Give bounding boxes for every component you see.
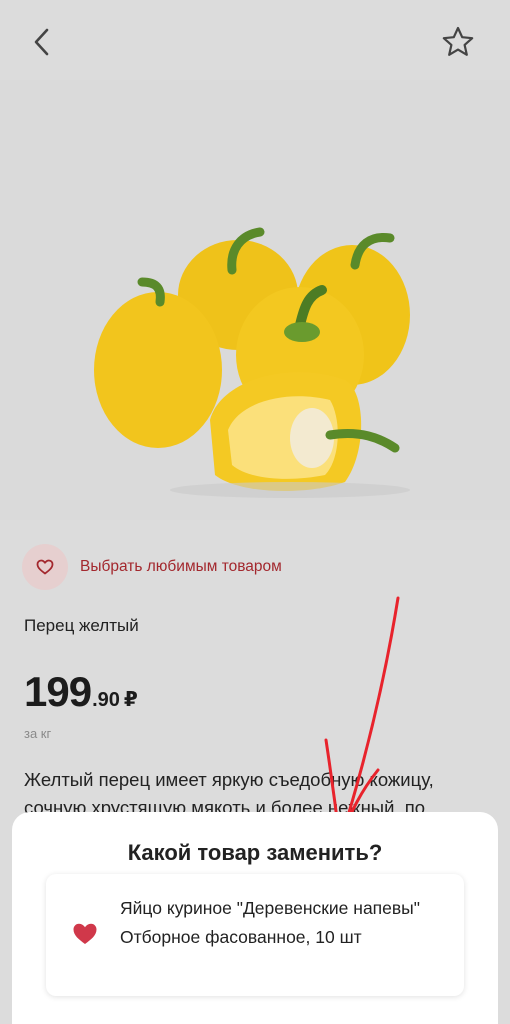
price-unit: за кг: [24, 726, 52, 741]
heart-outline-icon: [36, 559, 54, 575]
sheet-title: Какой товар заменить?: [127, 840, 383, 865]
heart-filled-icon: [73, 923, 97, 944]
price-cents: .90: [92, 689, 120, 711]
star-outline-icon: [442, 26, 474, 56]
price-main: 199: [24, 668, 92, 715]
add-to-favorites-star-button[interactable]: [436, 20, 480, 64]
product-price: 199 .90 ₽: [24, 668, 138, 716]
top-bar: [0, 0, 510, 80]
replace-option-text: Яйцо куриное "Деревенские напевы" Отборн…: [120, 898, 420, 947]
replace-option-card[interactable]: Яйцо куриное "Деревенские напевы" Отборн…: [46, 874, 464, 996]
description-line-1: Желтый перец имеет яркую съедобную кожиц…: [24, 769, 434, 790]
back-button[interactable]: [22, 22, 62, 62]
price-currency: ₽: [123, 689, 138, 711]
favorite-label: Выбрать любимым товаром: [80, 558, 282, 575]
product-image-area[interactable]: [0, 80, 510, 520]
replace-product-sheet: Какой товар заменить? Яйцо куриное "Дере…: [12, 812, 498, 1024]
product-title: Перец желтый: [24, 616, 139, 635]
chevron-left-icon: [34, 28, 49, 56]
choose-favorite-product-button[interactable]: Выбрать любимым товаром: [22, 544, 282, 590]
yellow-bell-peppers-image: [94, 227, 410, 498]
favorite-heart-circle: [22, 544, 68, 590]
